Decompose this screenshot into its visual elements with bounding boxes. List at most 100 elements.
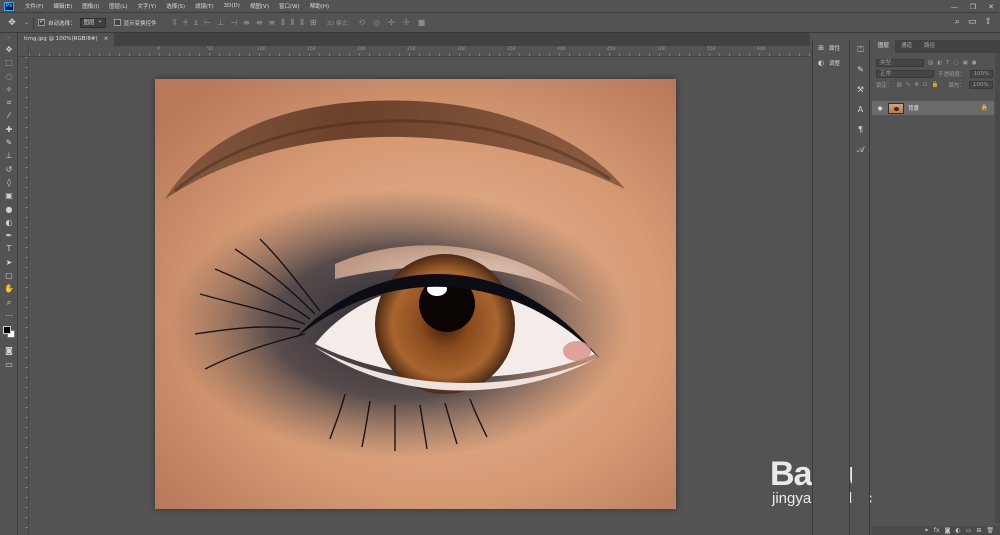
layer-lock-icon[interactable]: 🔒 xyxy=(981,104,988,111)
screen-mode-icon[interactable]: ▭ xyxy=(0,358,18,371)
menu-type[interactable]: 文字(Y) xyxy=(133,2,162,10)
hand-icon[interactable]: ✋ xyxy=(0,282,18,295)
foreground-color-swatch[interactable] xyxy=(3,326,11,335)
rotate-3d-icon[interactable]: ⟲ xyxy=(359,18,366,27)
filter-shape-icon[interactable]: ▢ xyxy=(953,60,958,66)
type-icon[interactable]: T xyxy=(0,242,18,255)
quick-mask-icon[interactable]: ◙ xyxy=(0,344,18,357)
align-right-icon[interactable]: ⊣ xyxy=(230,18,237,28)
auto-select-checkbox[interactable] xyxy=(38,17,46,26)
align-vcenter-icon[interactable]: ⫩ xyxy=(183,18,188,28)
scale-3d-icon[interactable]: ■ xyxy=(418,18,426,27)
workspace-icon[interactable]: ▭ xyxy=(968,17,977,27)
brush-icon[interactable]: ✎ xyxy=(0,136,18,149)
menu-select[interactable]: 选择(S) xyxy=(161,2,190,10)
blur-icon[interactable]: ● xyxy=(0,203,18,216)
lasso-icon[interactable]: ◌ xyxy=(0,70,18,83)
menu-file[interactable]: 文件(F) xyxy=(20,2,48,10)
menu-3d[interactable]: 3D(D) xyxy=(219,3,245,9)
history-brush-icon[interactable]: ↺ xyxy=(0,163,18,176)
vertical-ruler[interactable] xyxy=(18,57,29,535)
history-panel-icon[interactable]: ⏍ xyxy=(852,40,869,60)
eye-photo-canvas[interactable] xyxy=(155,79,676,509)
lock-all-icon[interactable]: 🔒 xyxy=(932,82,939,88)
magic-wand-icon[interactable]: ✧ xyxy=(0,83,18,96)
zoom-icon[interactable]: ⌕ xyxy=(0,296,18,309)
rectangle-icon[interactable]: ▢ xyxy=(0,269,18,282)
paragraph-panel-icon[interactable]: ¶ xyxy=(852,120,869,140)
filter-type-icon[interactable]: T xyxy=(946,60,949,66)
tab-channels[interactable]: 通道 xyxy=(895,40,918,53)
tab-close-icon[interactable]: × xyxy=(104,33,109,46)
menu-edit[interactable]: 编辑(E) xyxy=(48,2,77,10)
filter-adjust-icon[interactable]: ◐ xyxy=(937,60,942,66)
filter-toggle-icon[interactable]: ● xyxy=(972,60,977,66)
document-tab[interactable]: timg.jpg @ 100%(RGB/8#) × xyxy=(18,33,115,46)
tool-presets-icon[interactable]: ⚒ xyxy=(852,80,869,100)
link-layers-icon[interactable]: ⚭ xyxy=(924,526,929,535)
layer-filter-dropdown[interactable]: 类型 xyxy=(876,58,924,67)
new-group-icon[interactable]: ▭ xyxy=(966,526,972,535)
align-hcenter-icon[interactable]: ⊥ xyxy=(217,18,224,28)
minimize-icon[interactable]: — xyxy=(951,3,958,11)
close-icon[interactable]: ✕ xyxy=(988,3,994,11)
marquee-icon[interactable]: ⬚ xyxy=(0,56,18,69)
color-swatches[interactable] xyxy=(0,322,18,344)
glyphs-panel-icon[interactable]: 𝒜 xyxy=(852,140,869,160)
layer-row-background[interactable]: ◉ 背景 🔒 xyxy=(872,101,994,115)
more-tools-icon[interactable]: ⋯ xyxy=(0,309,18,322)
roll-3d-icon[interactable]: ◎ xyxy=(373,18,380,27)
canvas-area[interactable]: Bai du 经验 jingyan.baidu.com xyxy=(29,57,943,535)
slide-3d-icon[interactable]: ✢ xyxy=(403,18,410,27)
lock-pixels-icon[interactable]: ▨ xyxy=(897,82,902,88)
menu-window[interactable]: 窗口(W) xyxy=(274,2,305,10)
filter-smart-icon[interactable]: ▣ xyxy=(963,60,968,66)
filter-pixel-icon[interactable]: ▨ xyxy=(928,60,933,66)
distribute-hcenter-icon[interactable]: ⦀ xyxy=(291,18,295,28)
blend-mode-dropdown[interactable]: 正常 xyxy=(876,69,934,78)
share-icon[interactable]: ⇪ xyxy=(984,17,992,27)
search-icon[interactable]: ⌕ xyxy=(955,17,960,27)
menu-help[interactable]: 帮助(H) xyxy=(305,2,334,10)
dodge-icon[interactable]: ◐ xyxy=(0,216,18,229)
show-transform-checkbox[interactable] xyxy=(113,19,121,26)
auto-select-target-dropdown[interactable]: 图层 xyxy=(79,17,106,28)
tool-preset-chevron-icon[interactable]: ⌄ xyxy=(24,19,29,26)
pen-icon[interactable]: ✒ xyxy=(0,229,18,242)
eyedropper-icon[interactable]: ⁄ xyxy=(0,109,18,122)
distribute-vcenter-icon[interactable]: ≡ xyxy=(256,18,263,28)
lock-move-icon[interactable]: ✥ xyxy=(914,82,919,88)
gradient-icon[interactable]: ▣ xyxy=(0,189,18,202)
move-icon[interactable]: ✥ xyxy=(0,43,18,56)
path-selection-icon[interactable]: ➤ xyxy=(0,256,18,269)
delete-layer-icon[interactable]: 🗑 xyxy=(986,526,994,535)
layers-scrollbar[interactable] xyxy=(995,53,1000,523)
opacity-input[interactable]: 100% xyxy=(969,69,994,78)
adjustments-panel-button[interactable]: ◐ 调整 xyxy=(813,55,849,70)
lock-paint-icon[interactable]: ✎ xyxy=(906,82,911,88)
visibility-eye-icon[interactable]: ◉ xyxy=(876,105,884,112)
add-mask-icon[interactable]: ◙ xyxy=(945,526,951,535)
drag-3d-icon[interactable]: ✣ xyxy=(388,18,395,27)
fill-input[interactable]: 100% xyxy=(968,80,993,89)
menu-view[interactable]: 视图(V) xyxy=(245,2,274,10)
tab-layers[interactable]: 图层 xyxy=(872,40,896,53)
lock-artboard-icon[interactable]: ⊡ xyxy=(923,82,928,88)
distribute-left-icon[interactable]: ⦀ xyxy=(281,18,285,28)
menu-filter[interactable]: 滤镜(T) xyxy=(190,2,219,10)
menu-layer[interactable]: 图层(L) xyxy=(104,2,132,10)
healing-brush-icon[interactable]: ✚ xyxy=(0,123,18,136)
align-bottom-icon[interactable]: ⫫ xyxy=(194,18,199,28)
horizontal-ruler[interactable]: 0 50 100 150 200 250 300 350 400 450 500 550 600 xyxy=(29,46,810,57)
clone-stamp-icon[interactable]: ⊥ xyxy=(0,149,18,162)
eraser-icon[interactable]: ◊ xyxy=(0,176,18,189)
auto-align-icon[interactable]: ⊞ xyxy=(310,18,317,28)
distribute-right-icon[interactable]: ⦀ xyxy=(300,18,304,28)
move-tool-icon[interactable]: ✥ xyxy=(0,18,24,28)
layer-style-icon[interactable]: fx xyxy=(934,526,940,535)
new-adjustment-icon[interactable]: ◐ xyxy=(955,526,960,535)
crop-icon[interactable]: ⌗ xyxy=(0,96,18,109)
character-panel-icon[interactable]: A xyxy=(852,100,869,120)
distribute-top-icon[interactable]: ≡ xyxy=(243,18,250,28)
new-layer-icon[interactable]: ⊞ xyxy=(976,526,981,535)
